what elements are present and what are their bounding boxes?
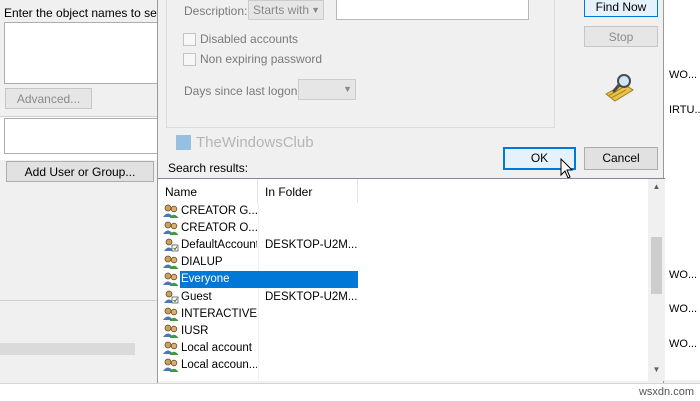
result-name: Everyone [181,273,230,285]
search-icon [605,74,634,102]
group-icon [163,204,179,218]
non-expiring-password-label: Non expiring password [200,52,323,66]
group-icon [163,341,179,355]
table-row[interactable]: DefaultAccount DESKTOP-U2M... [158,237,648,254]
search-results-list[interactable]: Name In Folder CREATOR G... CREATOR O... D… [158,178,665,381]
column-header-name-label: Name [165,185,198,199]
group-icon [163,358,179,372]
group-icon [163,307,179,321]
user-icon [164,290,179,304]
disabled-accounts-label: Disabled accounts [200,32,299,46]
find-now-button[interactable]: Find Now [584,0,658,17]
table-row[interactable]: DIALUP [158,254,648,271]
advanced-button[interactable]: Advanced... [5,88,92,109]
description-operator-value: Starts with [253,3,310,17]
non-expiring-password-checkbox[interactable] [183,53,196,66]
right-background-panel: WO... IRTU... WO... WO... WO... [663,0,700,380]
members-list[interactable] [4,118,160,154]
days-since-logon-select[interactable]: ▼ [298,79,356,100]
result-name: Local account [181,342,252,354]
footer-strip: wsxdn.com [0,383,700,401]
description-label: Description: [184,4,248,18]
scroll-up-arrow-icon[interactable]: ▲ [648,182,665,191]
description-operator-select[interactable]: Starts with ▼ [248,0,324,20]
result-folder: DESKTOP-U2M... [265,291,357,303]
result-name: CREATOR G... [181,205,257,217]
search-results-label: Search results: [168,161,249,175]
right-panel-item: WO... [669,269,698,281]
background-dialog: Enter the object names to select Advance… [0,0,175,360]
mouse-cursor-icon [560,158,574,179]
watermark-text: TheWindowsClub [196,134,314,151]
group-icon [163,324,179,338]
user-icon [164,238,179,252]
stop-button[interactable]: Stop [584,26,658,47]
table-row[interactable]: CREATOR O... [158,220,648,237]
result-folder: DESKTOP-U2M... [265,239,357,251]
table-row[interactable]: Local account [158,340,648,357]
table-row[interactable]: IUSR [158,323,648,340]
chevron-down-icon: ▼ [343,84,352,94]
group-icon [163,221,179,235]
right-panel-item: WO... [669,69,698,81]
column-header-folder-label: In Folder [265,185,313,199]
right-panel-item: IRTU... [669,104,700,116]
column-header-folder[interactable]: In Folder [258,179,358,203]
watermark: TheWindowsClub [174,133,334,153]
right-panel-item: WO... [669,338,698,350]
find-dialog: Description: Starts with ▼ Disabled acco… [157,0,665,383]
days-since-logon-label: Days since last logon: [184,84,301,98]
chevron-down-icon: ▼ [311,5,320,15]
table-row[interactable]: Local accoun... [158,357,648,374]
result-name: Local accoun... [181,359,257,371]
background-divider [0,300,160,301]
scrollbar-thumb[interactable] [651,237,662,294]
group-icon [163,272,179,286]
description-input[interactable] [336,0,529,20]
result-name: IUSR [181,325,209,337]
right-panel-item: WO... [669,303,698,315]
table-row[interactable]: Everyone [158,271,648,288]
table-row[interactable]: CREATOR G... [158,203,648,220]
watermark-logo-icon [176,135,191,150]
column-header-name[interactable]: Name [158,179,258,203]
result-name: CREATOR O... [181,222,257,234]
result-name: DefaultAccount [181,239,257,251]
object-names-input[interactable] [4,22,160,84]
scroll-down-arrow-icon[interactable]: ▼ [648,365,665,374]
result-name: Guest [181,291,212,303]
object-names-prompt: Enter the object names to select [4,6,176,20]
table-row[interactable]: Guest DESKTOP-U2M... [158,289,648,306]
result-name: INTERACTIVE [181,308,257,320]
result-name: DIALUP [181,256,223,268]
disabled-accounts-checkbox[interactable] [183,33,196,46]
vertical-scrollbar[interactable]: ▲ ▼ [648,179,665,381]
cancel-button[interactable]: Cancel [584,147,658,170]
table-row[interactable]: INTERACTIVE [158,306,648,323]
site-text: wsxdn.com [638,386,694,398]
background-scrollbar[interactable] [0,343,135,355]
group-icon [163,255,179,269]
add-user-or-group-button[interactable]: Add User or Group... [6,161,154,182]
